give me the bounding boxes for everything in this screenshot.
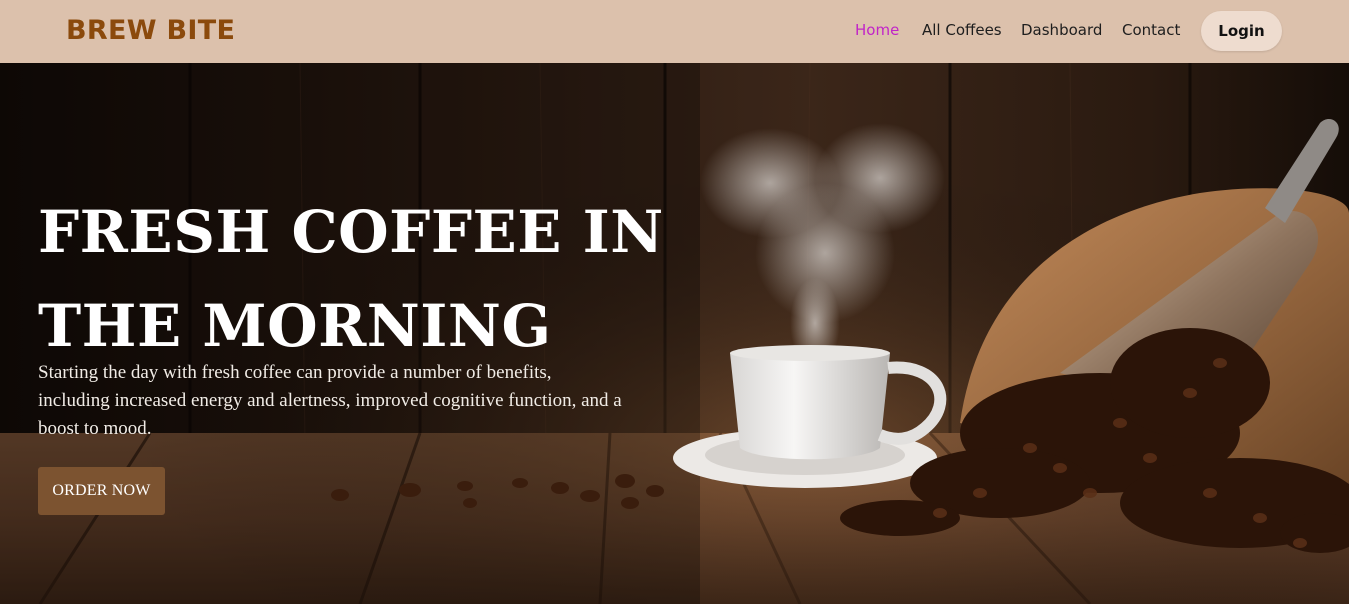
hero-title: FRESH COFFEE IN THE MORNING [38, 185, 678, 373]
navbar: BREW BITE Home All Coffees Dashboard Con… [0, 0, 1349, 63]
login-button[interactable]: Login [1201, 11, 1282, 51]
nav-link-contact[interactable]: Contact [1122, 21, 1180, 39]
hero-title-line-2: THE MORNING [38, 292, 552, 360]
hero-description: Starting the day with fresh coffee can p… [38, 362, 622, 439]
nav-link-dashboard[interactable]: Dashboard [1021, 21, 1102, 39]
nav-link-all-coffees[interactable]: All Coffees [922, 21, 1002, 39]
order-now-button[interactable]: ORDER NOW [38, 467, 165, 515]
hero-section: FRESH COFFEE IN THE MORNING Starting the… [0, 63, 1349, 604]
brand-logo[interactable]: BREW BITE [66, 15, 235, 46]
hero-title-line-1: FRESH COFFEE IN [38, 198, 664, 266]
nav-link-home[interactable]: Home [855, 21, 899, 39]
